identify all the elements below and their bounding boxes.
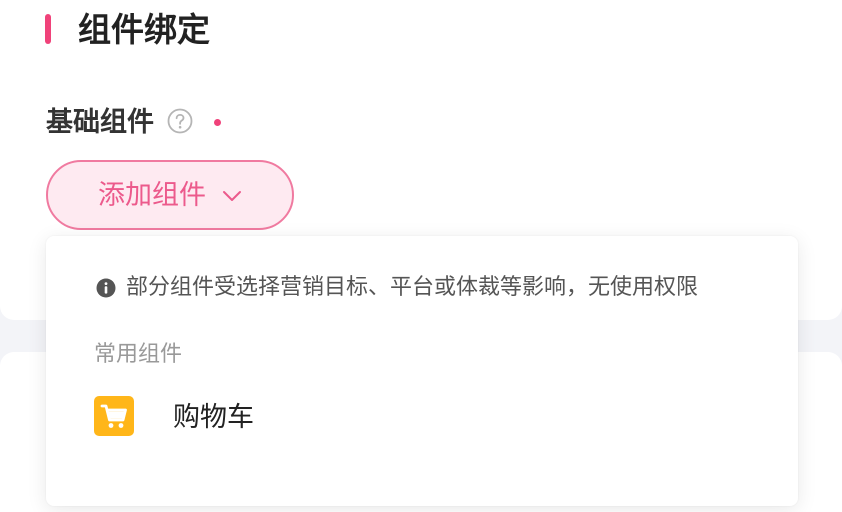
menu-item-label: 购物车 <box>173 402 254 433</box>
section-accent-bar <box>45 14 51 44</box>
add-component-button-label: 添加组件 <box>98 180 206 210</box>
add-component-button[interactable]: 添加组件 <box>46 160 294 230</box>
permission-notice: 部分组件受选择营销目标、平台或体裁等影响，无使用权限 <box>96 272 698 304</box>
chevron-down-icon <box>223 191 241 201</box>
required-indicator-dot <box>214 119 221 126</box>
menu-item-shopping-cart[interactable]: 购物车 <box>46 386 798 454</box>
shopping-cart-icon <box>94 396 134 436</box>
component-dropdown-menu: 部分组件受选择营销目标、平台或体裁等影响，无使用权限 常用组件 购物车 <box>46 236 798 506</box>
help-circle-icon[interactable] <box>167 108 193 134</box>
info-circle-icon <box>96 278 116 298</box>
basic-component-label: 基础组件 <box>46 107 154 138</box>
common-components-group-label: 常用组件 <box>94 342 183 367</box>
section-title: 组件绑定 <box>78 10 210 49</box>
permission-notice-text: 部分组件受选择营销目标、平台或体裁等影响，无使用权限 <box>126 275 699 300</box>
